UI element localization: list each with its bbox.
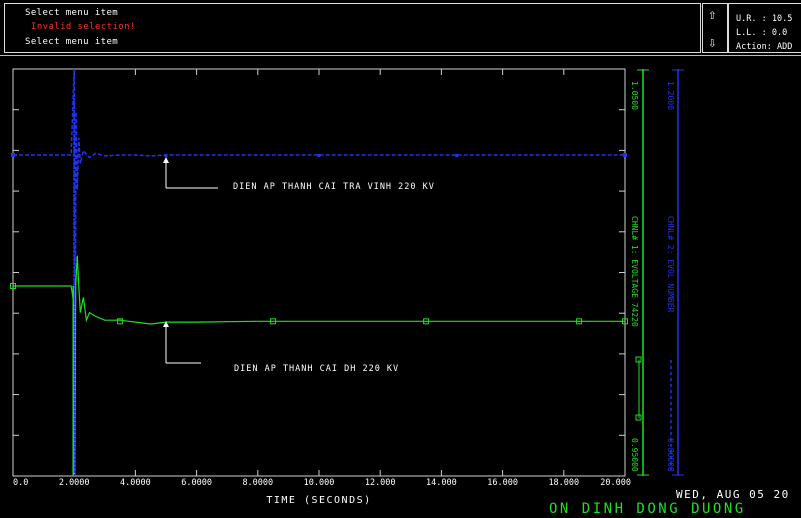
x-tick-label: 14.000	[426, 478, 457, 488]
x-tick-label: 4.0000	[120, 478, 151, 488]
x-tick-label: 18.000	[548, 478, 579, 488]
footer-title: ON DINH DONG DUONG	[549, 501, 746, 517]
x-tick-label: 20.000	[600, 478, 631, 488]
x-tick-label: 8.0000	[242, 478, 273, 488]
annotation-arrow-icon	[163, 157, 169, 163]
annotation-label-dh: DIEN AP THANH CAI DH 220 KV	[234, 364, 399, 374]
axis-title: CHNL# 1: EVOLTAGE 74220	[630, 216, 639, 327]
x-tick-label: 6.0000	[181, 478, 212, 488]
annotation-label-tra-vinh: DIEN AP THANH CAI TRA VINH 220 KV	[233, 182, 435, 192]
axis-title: CHNL# 2: EVOL NUMBER	[666, 216, 675, 313]
blue-data-marker	[623, 153, 627, 157]
blue-data-marker	[164, 154, 168, 157]
green-data-marker	[117, 318, 124, 325]
x-tick-label: 0.0	[13, 478, 28, 488]
x-axis-title: TIME (SECONDS)	[266, 495, 371, 506]
axis-top-label: 1.2000	[666, 81, 675, 110]
axis-top-label: 1.0500	[630, 81, 639, 110]
x-tick-label: 12.000	[365, 478, 396, 488]
blue-data-marker	[455, 154, 459, 157]
axis-bottom-label: 0.80000	[666, 438, 675, 472]
blue-data-marker	[317, 154, 321, 157]
plot-area: 0.0 2.0000 4.0000 6.0000 8.0000 10.000 12.000 1…	[10, 68, 790, 517]
x-tick-label: 16.000	[487, 478, 518, 488]
x-tick-label: 10.000	[304, 478, 335, 488]
footer-date: WED, AUG 05 20	[676, 488, 790, 501]
x-tick-label: 2.0000	[59, 478, 90, 488]
series-line-blue	[13, 68, 625, 396]
plot-frame	[12, 68, 626, 477]
blue-data-marker	[11, 153, 15, 157]
axis-bottom-label: 0.95000	[630, 438, 639, 472]
